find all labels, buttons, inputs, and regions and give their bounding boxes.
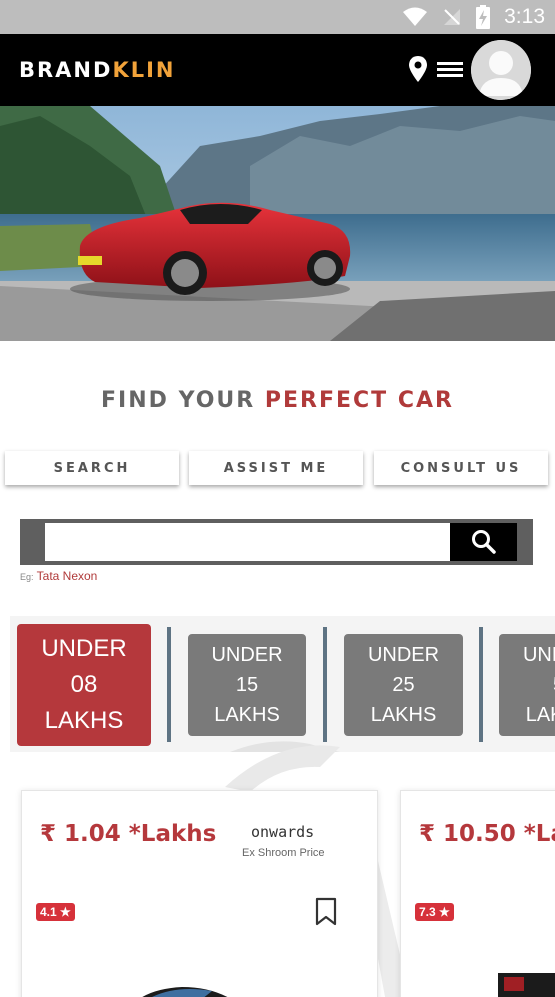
search-hint-example: Tata Nexon: [36, 569, 98, 583]
tab-consult-us[interactable]: CONSULT US: [374, 451, 548, 485]
hero-car-image: [0, 106, 555, 341]
status-icons: 3:13: [402, 0, 545, 34]
price-filter-under-08[interactable]: UNDER 08 LAKHS: [17, 624, 151, 746]
filter-divider: [479, 627, 483, 742]
status-time: 3:13: [504, 5, 545, 28]
rating-badge: 7.3 ★: [415, 903, 454, 921]
price-filter-under-25[interactable]: UNDER 25 LAKHS: [344, 634, 463, 736]
car-price: ₹ 1.04 *Lakhs: [40, 821, 217, 847]
search-bar: [20, 519, 533, 565]
user-icon: [471, 40, 531, 100]
app-screen: 3:13 BRANDKLIN FIND YOUR PERFECT CAR SEA…: [0, 0, 555, 997]
price-filter-line3: LAKHS: [44, 707, 124, 734]
price-filter-line1: UNDER: [522, 644, 555, 666]
bookmark-icon[interactable]: [314, 897, 338, 927]
price-filter-line3: LAKHS: [370, 704, 437, 726]
price-onwards-label: onwards: [251, 823, 315, 841]
rating-value: 4.1 ★: [40, 905, 71, 919]
heading-part1: FIND YOUR: [101, 388, 256, 413]
rating-badge: 4.1 ★: [36, 903, 75, 921]
price-filter-line1: UNDER: [211, 644, 283, 666]
status-bar: 3:13: [0, 0, 555, 34]
ex-showroom-label: Ex Shroom Price: [242, 847, 325, 859]
search-button[interactable]: [450, 523, 517, 561]
search-hint-prefix: Eg:: [20, 572, 34, 582]
brand-logo[interactable]: BRANDKLIN: [19, 58, 175, 82]
hero-banner: [0, 106, 555, 341]
price-filter-line2: 08: [70, 671, 98, 698]
find-car-heading: FIND YOUR PERFECT CAR: [0, 388, 555, 413]
car-card[interactable]: ₹ 10.50 *Lakhs 7.3 ★: [400, 790, 555, 997]
price-filter-line3: LAKHS: [525, 704, 555, 726]
location-pin-icon[interactable]: [404, 54, 432, 84]
wifi-icon: [403, 7, 428, 26]
brand-logo-part1: BRAND: [19, 58, 113, 82]
tab-assist-me[interactable]: ASSIST ME: [189, 451, 363, 485]
rating-value: 7.3 ★: [419, 905, 450, 919]
tab-search[interactable]: SEARCH: [5, 451, 179, 485]
price-filter-line3: LAKHS: [214, 704, 280, 726]
car-price: ₹ 10.50 *Lakhs: [419, 821, 555, 847]
avatar[interactable]: [471, 40, 531, 100]
search-icon: [471, 530, 496, 554]
no-signal-icon: [444, 9, 461, 25]
filter-divider: [167, 627, 171, 742]
price-filter-under-15[interactable]: UNDER 15 LAKHS: [188, 634, 306, 736]
car-image: [498, 973, 555, 997]
price-filter-line2: 25: [392, 674, 415, 696]
car-image: [142, 987, 228, 997]
price-filter-under-50[interactable]: UNDER 5 LAKHS: [499, 634, 555, 736]
search-input[interactable]: [45, 523, 450, 561]
brand-logo-part2: KLIN: [112, 58, 176, 82]
app-header: BRANDKLIN: [0, 34, 555, 106]
car-card[interactable]: ₹ 1.04 *Lakhs onwards Ex Shroom Price 4.…: [21, 790, 378, 997]
price-filter-line2: 15: [235, 674, 259, 696]
search-hint: Eg: Tata Nexon: [20, 569, 97, 583]
filter-divider: [323, 627, 327, 742]
battery-charging-icon: [476, 5, 491, 29]
price-filter-line1: UNDER: [41, 635, 127, 662]
heading-part2: PERFECT CAR: [264, 388, 454, 413]
menu-icon[interactable]: [436, 54, 464, 84]
price-filter-line1: UNDER: [367, 644, 440, 666]
